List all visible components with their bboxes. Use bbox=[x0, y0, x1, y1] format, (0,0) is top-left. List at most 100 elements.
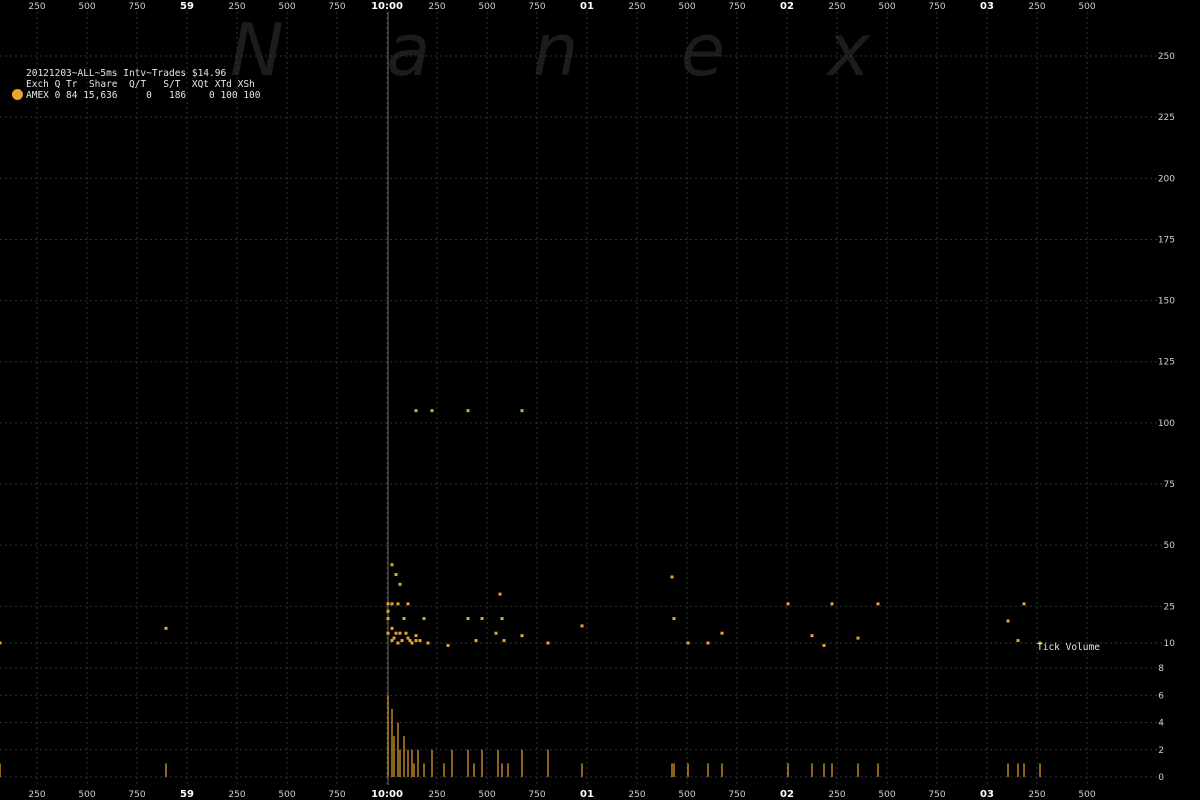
trade-point bbox=[466, 617, 470, 621]
x-tick-label-top: 750 bbox=[328, 2, 345, 12]
trade-point bbox=[386, 609, 390, 613]
y-tick-label: 200 bbox=[1158, 174, 1175, 184]
volume-tick-label: 2 bbox=[1158, 746, 1164, 756]
trade-point bbox=[546, 641, 550, 645]
x-tick-label-top: 250 bbox=[828, 2, 845, 12]
trade-point bbox=[466, 409, 470, 413]
trade-point bbox=[480, 617, 484, 621]
trade-point bbox=[856, 636, 860, 640]
y-tick-label: 125 bbox=[1158, 358, 1175, 368]
x-tick-label-bottom: 250 bbox=[628, 790, 645, 800]
trade-point bbox=[394, 631, 398, 635]
x-tick-label-bottom: 59 bbox=[180, 789, 194, 800]
trade-point bbox=[390, 563, 394, 567]
trade-point bbox=[390, 639, 394, 643]
x-tick-label-top: 250 bbox=[28, 2, 45, 12]
trade-point bbox=[822, 643, 826, 647]
volume-tick-label: 8 bbox=[1158, 664, 1164, 674]
legend-row: AMEX 0 84 15,636 0 186 0 100 100 bbox=[26, 90, 261, 101]
trade-point bbox=[414, 409, 418, 413]
trade-point bbox=[1016, 639, 1020, 643]
series-marker-icon bbox=[12, 89, 23, 100]
x-tick-label-top: 10:00 bbox=[371, 1, 403, 12]
trade-point bbox=[672, 617, 676, 621]
legend-title: 20121203~ALL~5ms Intv~Trades $14.96 bbox=[26, 68, 227, 79]
x-tick-label-bottom: 500 bbox=[1078, 790, 1095, 800]
x-tick-label-top: 500 bbox=[878, 2, 895, 12]
trade-point bbox=[390, 602, 394, 606]
x-tick-label-bottom: 500 bbox=[878, 790, 895, 800]
y-tick-label: 175 bbox=[1158, 235, 1175, 245]
x-tick-label-bottom: 02 bbox=[780, 789, 794, 800]
x-tick-label-bottom: 250 bbox=[828, 790, 845, 800]
trade-point bbox=[394, 573, 398, 577]
trade-point bbox=[398, 631, 402, 635]
trade-point bbox=[1006, 619, 1010, 623]
trade-point bbox=[386, 602, 390, 606]
x-tick-label-top: 59 bbox=[180, 1, 194, 12]
trade-point bbox=[0, 641, 2, 645]
y-tick-label: 75 bbox=[1164, 480, 1175, 490]
chart-legend: 20121203~ALL~5ms Intv~Trades $14.96 Exch … bbox=[26, 68, 261, 101]
volume-tick-label: 0 bbox=[1158, 773, 1164, 783]
volume-tick-label: 4 bbox=[1158, 719, 1164, 729]
x-tick-label-top: 250 bbox=[628, 2, 645, 12]
x-tick-label-bottom: 750 bbox=[928, 790, 945, 800]
x-tick-label-top: 750 bbox=[728, 2, 745, 12]
trade-point bbox=[720, 631, 724, 635]
y-tick-label: 25 bbox=[1164, 602, 1175, 612]
trade-point bbox=[830, 602, 834, 606]
x-tick-label-bottom: 03 bbox=[980, 789, 994, 800]
trade-point bbox=[426, 641, 430, 645]
trade-point bbox=[402, 617, 406, 621]
trade-point bbox=[580, 624, 584, 628]
y-tick-label: 150 bbox=[1158, 297, 1175, 307]
x-tick-label-bottom: 500 bbox=[78, 790, 95, 800]
x-tick-label-bottom: 10:00 bbox=[371, 789, 403, 800]
trade-point bbox=[502, 639, 506, 643]
x-tick-label-bottom: 250 bbox=[1028, 790, 1045, 800]
trade-point bbox=[164, 626, 168, 630]
x-tick-label-top: 500 bbox=[78, 2, 95, 12]
x-tick-label-top: 750 bbox=[928, 2, 945, 12]
trade-point bbox=[520, 634, 524, 638]
trade-point bbox=[400, 639, 404, 643]
trade-point bbox=[520, 409, 524, 413]
trade-point bbox=[706, 641, 710, 645]
tick-volume-label: Tick Volume bbox=[1037, 642, 1100, 653]
trade-point bbox=[390, 626, 394, 630]
x-tick-label-bottom: 250 bbox=[28, 790, 45, 800]
y-tick-label: 225 bbox=[1158, 113, 1175, 123]
trade-point bbox=[422, 617, 426, 621]
trade-point bbox=[810, 634, 814, 638]
y-tick-label: 50 bbox=[1164, 541, 1176, 551]
trade-point bbox=[474, 639, 478, 643]
trade-point bbox=[430, 409, 434, 413]
trade-point bbox=[414, 639, 418, 643]
x-tick-label-top: 750 bbox=[128, 2, 145, 12]
x-tick-label-bottom: 500 bbox=[278, 790, 295, 800]
y-tick-label: 10 bbox=[1164, 639, 1176, 649]
x-tick-label-bottom: 750 bbox=[728, 790, 745, 800]
x-tick-label-bottom: 500 bbox=[678, 790, 695, 800]
trade-point bbox=[386, 617, 390, 621]
legend-header: Exch Q Tr Share Q/T S/T XQt XTd XSh bbox=[26, 79, 255, 90]
trade-point bbox=[494, 631, 498, 635]
x-tick-label-bottom: 250 bbox=[428, 790, 445, 800]
trade-point bbox=[404, 631, 408, 635]
trade-point bbox=[446, 643, 450, 647]
trade-point bbox=[1022, 602, 1026, 606]
x-tick-label-top: 500 bbox=[278, 2, 295, 12]
trades-chart: 2502505005007507505959250250500500750750… bbox=[0, 1, 1176, 800]
x-tick-label-top: 02 bbox=[780, 1, 794, 12]
x-tick-label-bottom: 500 bbox=[478, 790, 495, 800]
trade-point bbox=[406, 602, 410, 606]
trade-point bbox=[386, 631, 390, 635]
trade-point bbox=[786, 602, 790, 606]
trade-point bbox=[500, 617, 504, 621]
x-tick-label-top: 750 bbox=[528, 2, 545, 12]
x-tick-label-top: 01 bbox=[580, 1, 594, 12]
trade-point bbox=[876, 602, 880, 606]
x-tick-label-bottom: 01 bbox=[580, 789, 594, 800]
x-tick-label-top: 250 bbox=[228, 2, 245, 12]
